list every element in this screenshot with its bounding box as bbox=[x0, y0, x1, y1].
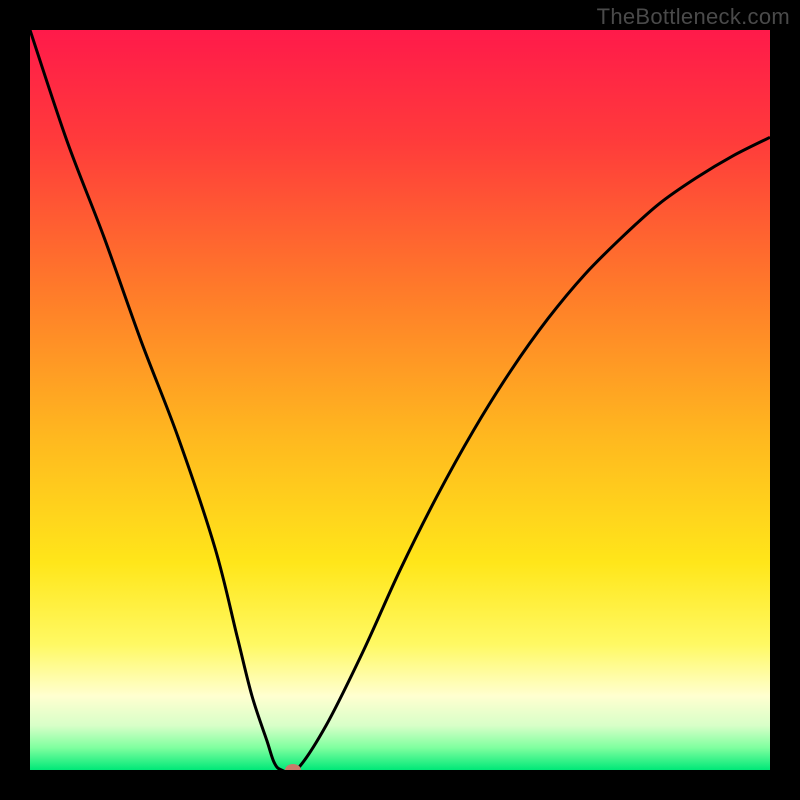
optimal-point-marker bbox=[285, 764, 301, 770]
watermark-text: TheBottleneck.com bbox=[597, 4, 790, 30]
plot-area bbox=[30, 30, 770, 770]
bottleneck-curve bbox=[30, 30, 770, 770]
curve-layer bbox=[30, 30, 770, 770]
